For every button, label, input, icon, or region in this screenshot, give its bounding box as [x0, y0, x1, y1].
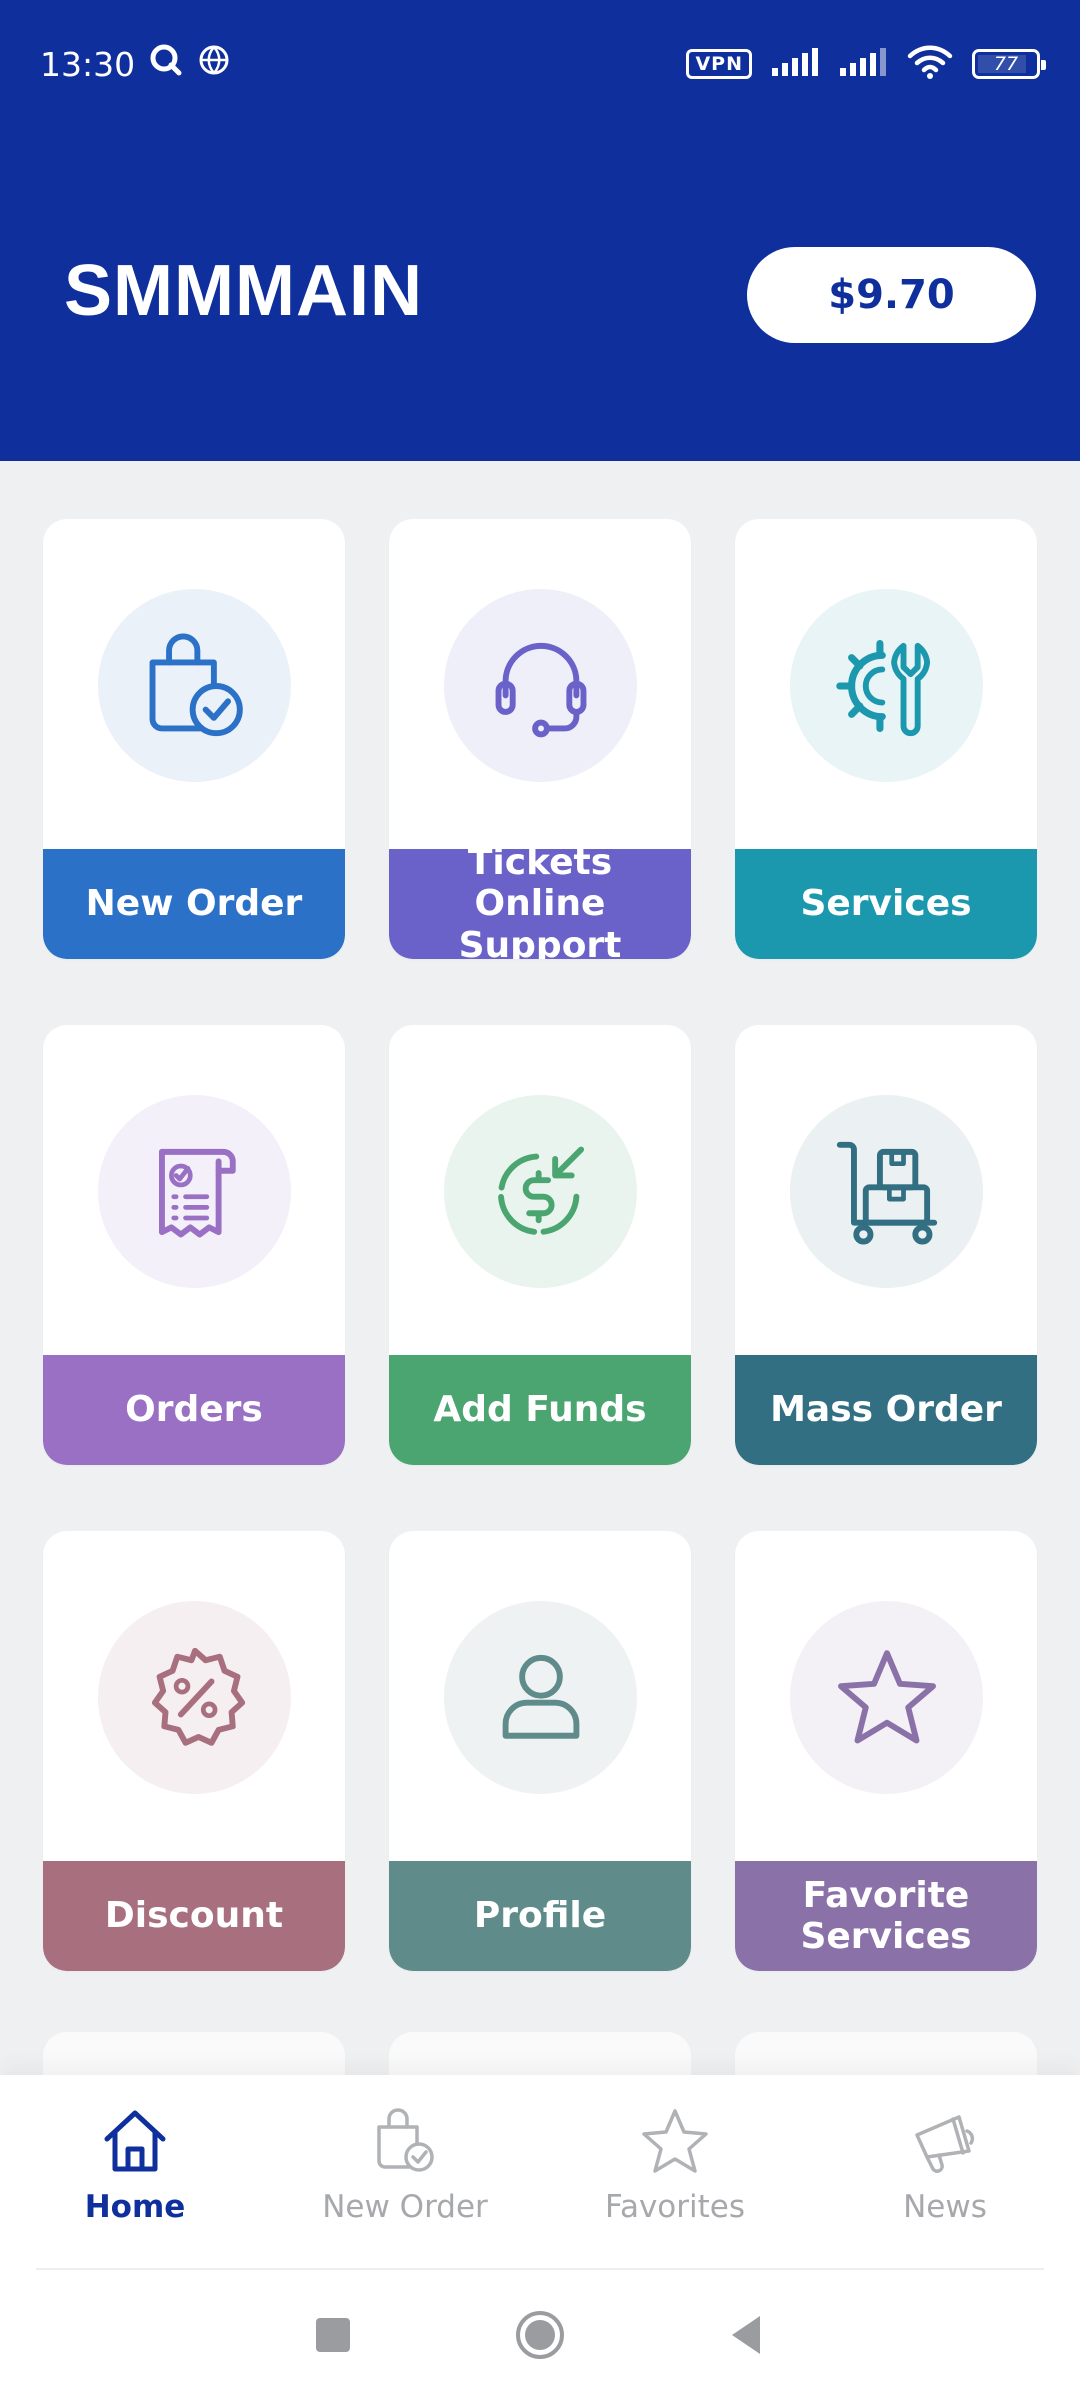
tile-icon-circle	[98, 589, 291, 782]
tile-label: New Order	[43, 849, 345, 959]
status-time: 13:30	[40, 44, 136, 84]
tile-label: Orders	[43, 1355, 345, 1465]
tile-icon-circle	[444, 1095, 637, 1288]
tile-label: Services	[735, 849, 1037, 959]
tile-icon-circle	[790, 1095, 983, 1288]
app-header: 13:30 VPN 77 SMMMAIN $9.70	[0, 0, 1080, 461]
nav-item-news[interactable]: News	[810, 2075, 1080, 2270]
nav-item-home[interactable]: Home	[0, 2075, 270, 2270]
battery-icon: 77	[972, 49, 1046, 79]
home-icon	[104, 2110, 166, 2172]
tile-discount[interactable]: Discount	[43, 1531, 345, 1971]
shopping-bag-check-icon	[149, 633, 243, 736]
tile-icon-circle	[444, 589, 637, 782]
tile-label: Mass Order	[735, 1355, 1037, 1465]
nav-item-favorites[interactable]: Favorites	[540, 2075, 810, 2270]
star-icon	[837, 1649, 936, 1743]
home-button-icon[interactable]	[513, 2308, 567, 2362]
tile-tickets-online-support[interactable]: Tickets Online Support	[389, 519, 691, 959]
signal-icon-2	[838, 46, 888, 82]
receipt-icon	[158, 1148, 236, 1237]
recents-button-icon[interactable]	[306, 2308, 360, 2362]
megaphone-icon	[915, 2115, 975, 2173]
search-status-icon	[149, 43, 183, 85]
nav-label: New Order	[322, 2189, 488, 2225]
tile-favorite-services[interactable]: Favorite Services	[735, 1531, 1037, 1971]
tile-icon-circle	[790, 589, 983, 782]
tile-mass-order[interactable]: Mass Order	[735, 1025, 1037, 1465]
tile-orders[interactable]: Orders	[43, 1025, 345, 1465]
balance-button[interactable]: $9.70	[747, 247, 1036, 343]
back-button-icon[interactable]	[720, 2308, 774, 2362]
tile-add-funds[interactable]: Add Funds	[389, 1025, 691, 1465]
tile-new-order[interactable]: New Order	[43, 519, 345, 959]
app-title: SMMMAIN	[64, 251, 423, 331]
cart-boxes-icon	[836, 1141, 937, 1245]
tile-label: Discount	[43, 1861, 345, 1971]
star-icon	[642, 2109, 708, 2173]
gear-wrench-icon	[835, 639, 930, 736]
globe-status-icon	[197, 43, 231, 85]
tile-label: Profile	[389, 1861, 691, 1971]
percent-badge-icon	[151, 1647, 245, 1746]
headset-icon	[495, 642, 586, 737]
signal-icon	[770, 46, 820, 82]
user-icon	[502, 1654, 579, 1739]
wifi-icon	[906, 44, 954, 84]
tile-label: Favorite Services	[735, 1861, 1037, 1971]
tile-profile[interactable]: Profile	[389, 1531, 691, 1971]
status-right: VPN 77	[686, 44, 1046, 84]
nav-label: Home	[84, 2189, 186, 2225]
shopping-bag-check-icon	[377, 2108, 434, 2172]
bottom-navigation: Home New Order Favorites News	[0, 2075, 1080, 2270]
tile-icon-circle	[98, 1095, 291, 1288]
battery-fill	[978, 55, 1026, 73]
tile-icon-circle	[444, 1601, 637, 1794]
tile-icon-circle	[98, 1601, 291, 1794]
next-row-peek	[43, 2032, 1037, 2092]
tile-services[interactable]: Services	[735, 519, 1037, 959]
tile-icon-circle	[790, 1601, 983, 1794]
system-navigation-bar	[0, 2270, 1080, 2400]
nav-label: News	[903, 2189, 987, 2225]
menu-grid: New Order Tickets Online Support Service…	[43, 519, 1037, 1971]
dollar-refresh-icon	[497, 1146, 584, 1235]
nav-item-new-order[interactable]: New Order	[270, 2075, 540, 2270]
vpn-badge: VPN	[686, 49, 752, 79]
status-bar: 13:30 VPN 77	[0, 0, 1080, 128]
status-left: 13:30	[40, 43, 231, 85]
tile-label: Tickets Online Support	[389, 842, 691, 959]
tile-label: Add Funds	[389, 1355, 691, 1465]
nav-label: Favorites	[604, 2189, 746, 2225]
